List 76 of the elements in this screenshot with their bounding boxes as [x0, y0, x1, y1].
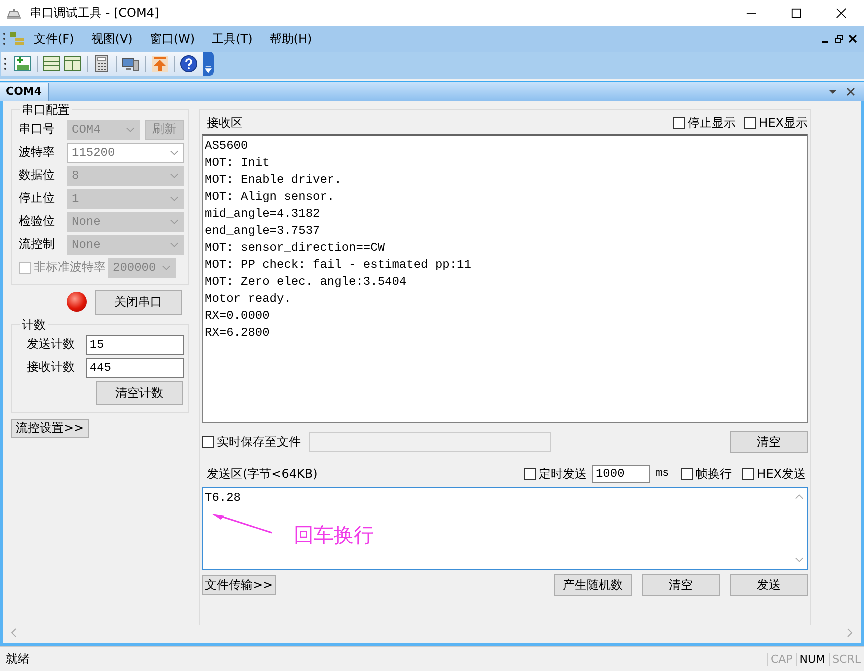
checkbox[interactable]	[744, 117, 756, 129]
menu-item[interactable]: 文件(F)	[34, 30, 74, 48]
checkbox-label: HEX发送	[757, 466, 806, 482]
chevron-icon	[170, 150, 179, 156]
annotation-text: 回车换行	[294, 522, 374, 549]
document-icon	[10, 32, 24, 46]
annotation-arrow	[211, 512, 273, 534]
field-label: 流控制	[19, 236, 56, 253]
status-indicator: NUM	[796, 652, 829, 666]
overflow-icon[interactable]	[203, 52, 214, 76]
clear-count-button[interactable]: 清空计数	[96, 381, 183, 405]
menu-item[interactable]: 工具(T)	[212, 30, 253, 48]
field-label: 检验位	[19, 213, 56, 230]
checkbox-label: 停止显示	[688, 114, 736, 132]
calculator-icon[interactable]	[93, 55, 111, 73]
checkbox[interactable]	[742, 468, 754, 480]
chevron-icon	[170, 196, 179, 202]
new-window-icon[interactable]	[14, 55, 32, 73]
upload-icon[interactable]	[151, 55, 169, 73]
section-title: 发送区(字节<64KB)	[207, 466, 318, 482]
close-port-button[interactable]: 关闭串口	[95, 290, 182, 314]
checkbox[interactable]	[673, 117, 686, 129]
chevron-icon	[162, 264, 171, 270]
checkbox-label: HEX显示	[759, 114, 808, 132]
maximize-icon[interactable]	[791, 8, 802, 18]
unit-label: ms	[656, 468, 670, 480]
counter-field: 445	[86, 358, 184, 378]
vertical-split-icon[interactable]	[64, 55, 82, 73]
status-indicator: CAP	[766, 652, 796, 666]
field-label: 停止位	[19, 190, 56, 207]
checkbox[interactable]	[202, 436, 214, 448]
file-transfer-button[interactable]: 文件传输>>	[202, 575, 276, 595]
menu-item[interactable]: 帮助(H)	[270, 30, 312, 48]
action-button[interactable]: 清空	[642, 574, 720, 596]
chevron-icon	[170, 218, 179, 224]
grip-icon	[3, 32, 6, 46]
receive-text-area[interactable]: AS5600 MOT: Init MOT: Enable driver. MOT: Align sensor. mid_angle=4.3182 end_angle=3.7537 MOT: sensor_direction==CW MOT: PP check: fail - estimated pp:11 MOT: Zero elec. angle:3.5404 Motor ready. RX=0.0000 RX=6.2800	[202, 134, 808, 423]
action-button[interactable]: 产生随机数	[554, 574, 632, 596]
checkbox[interactable]	[681, 468, 694, 480]
checkbox-label: 帧换行	[696, 466, 732, 482]
field-label: 数据位	[19, 167, 56, 184]
close-icon[interactable]	[836, 8, 847, 18]
field-label: 波特率	[19, 144, 56, 161]
checkbox-label: 定时发送	[538, 466, 587, 482]
dropdown[interactable]: 115200	[67, 142, 184, 162]
menu-item[interactable]: 窗口(W)	[150, 30, 196, 48]
chevron-icon	[170, 172, 179, 178]
field-label: 串口号	[19, 121, 56, 138]
chevron-icon	[170, 242, 179, 248]
restore-icon[interactable]	[834, 34, 844, 44]
menu-item[interactable]: 视图(V)	[91, 30, 133, 48]
horizontal-split-icon[interactable]	[43, 55, 61, 73]
help-icon[interactable]	[180, 55, 198, 73]
chevron-icon	[126, 126, 135, 132]
section-title: 接收区	[207, 114, 243, 132]
close-icon[interactable]	[846, 86, 856, 96]
group-title: 计数	[20, 317, 48, 334]
status-text: 就绪	[6, 650, 30, 668]
checkbox-label: 非标准波特率	[34, 259, 106, 276]
counter-label: 接收计数	[26, 359, 75, 376]
checkbox-label: 实时保存至文件	[217, 434, 301, 450]
app-icon	[6, 7, 22, 19]
clear-button[interactable]: 清空	[730, 431, 808, 453]
close-icon[interactable]	[848, 34, 858, 44]
counter-field: 15	[86, 334, 184, 354]
document-tab[interactable]: COM4	[0, 82, 50, 100]
action-button[interactable]: 发送	[730, 574, 808, 596]
grip-icon	[4, 57, 7, 71]
window-title: 串口调试工具 - [COM4]	[30, 4, 160, 22]
flow-settings-button[interactable]: 流控设置>>	[11, 419, 89, 438]
group-title: 串口配置	[20, 102, 72, 119]
status-indicator: SCRL	[828, 652, 864, 666]
checkbox[interactable]	[524, 468, 536, 480]
file-path-field[interactable]	[309, 432, 551, 452]
interval-field[interactable]: 1000	[592, 465, 650, 483]
counter-label: 发送计数	[26, 336, 75, 353]
